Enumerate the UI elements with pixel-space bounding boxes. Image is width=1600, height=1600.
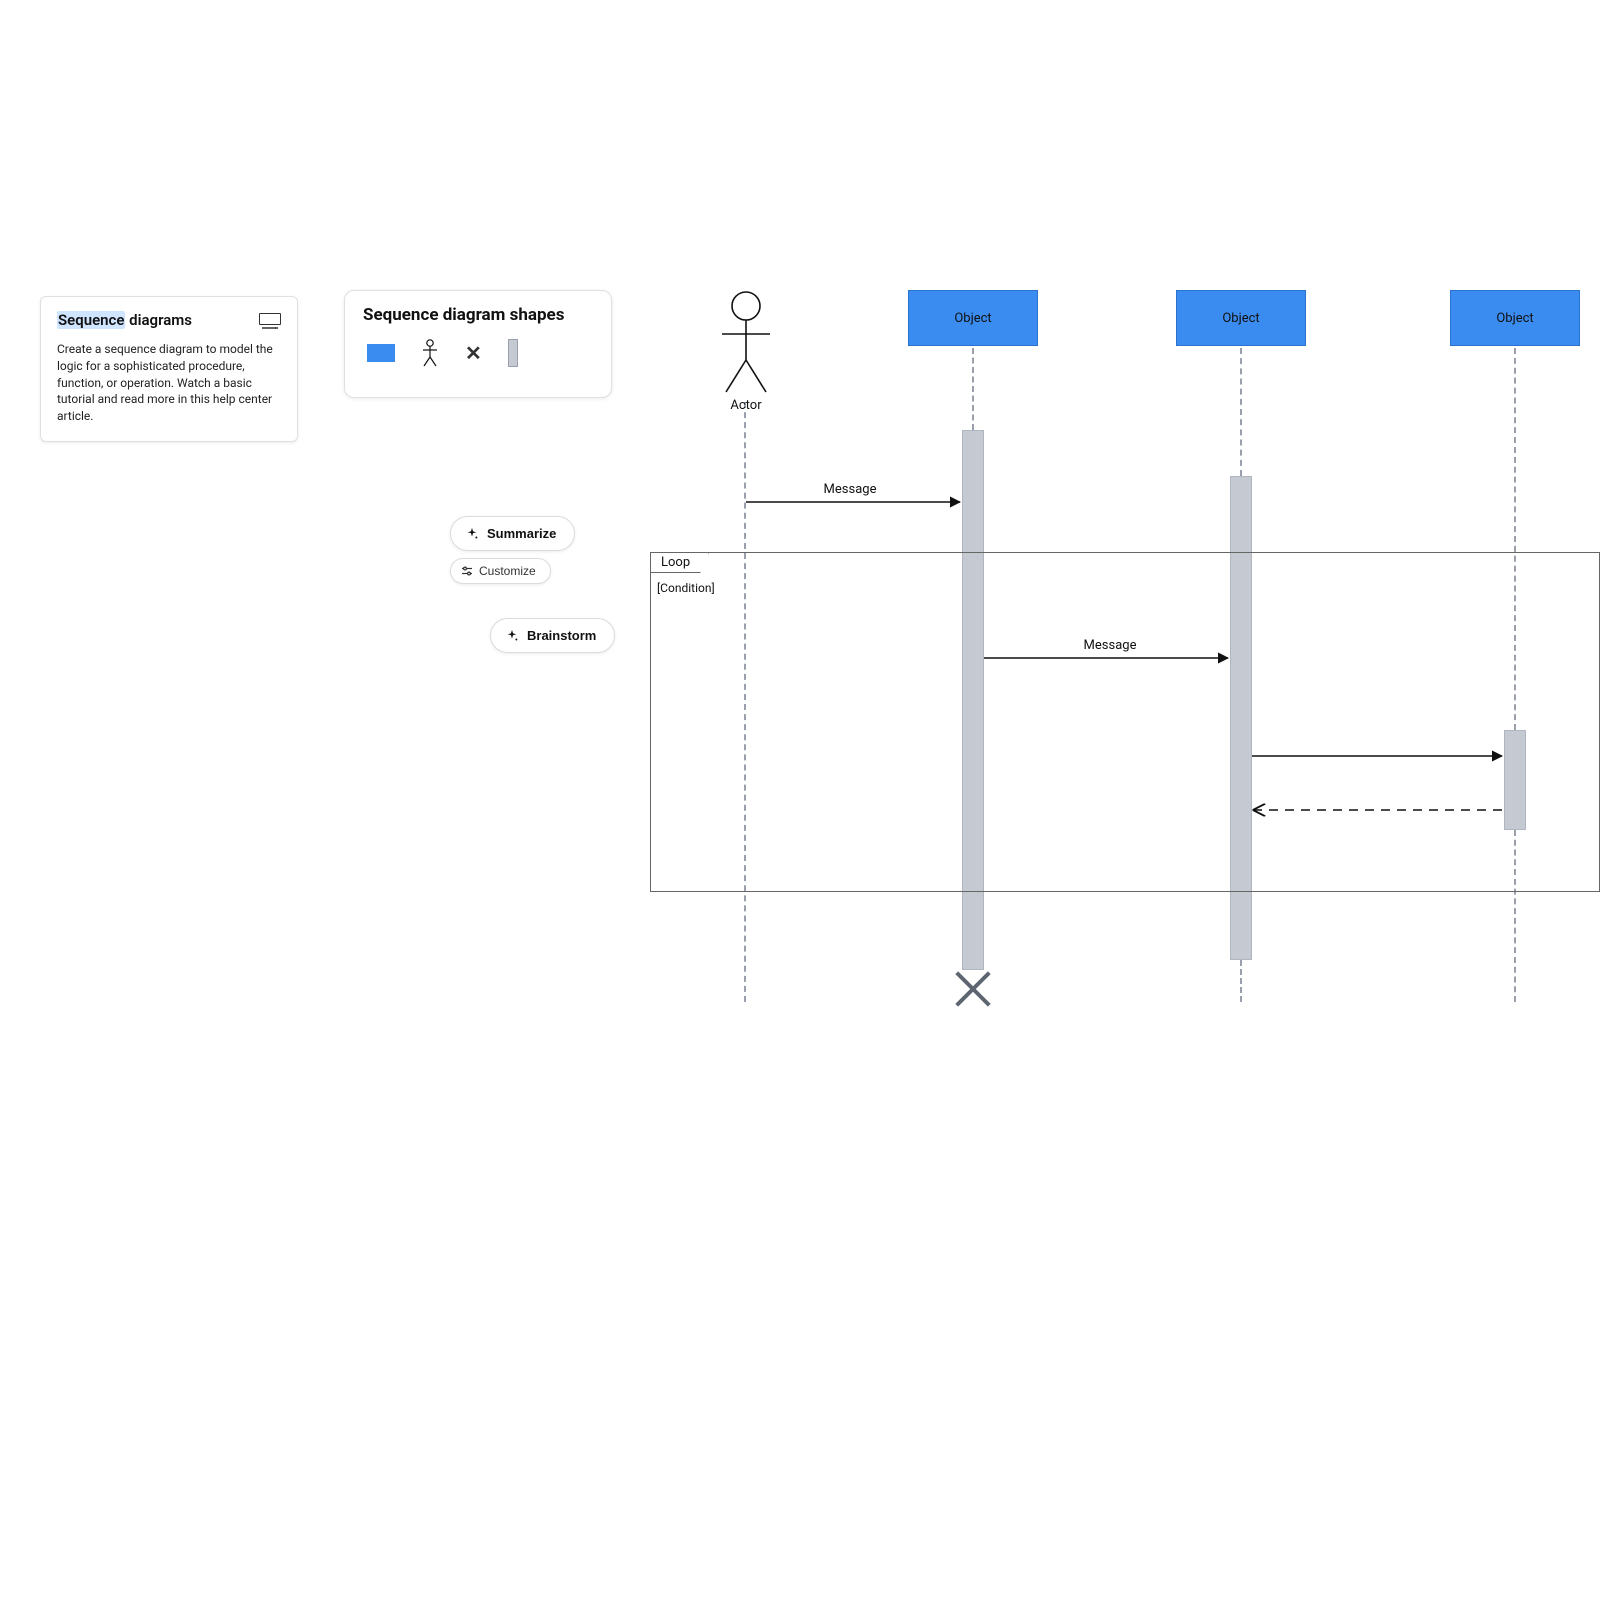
sparkle-icon (465, 527, 479, 541)
tutorial-icon[interactable] (259, 313, 281, 331)
sparkle-icon (505, 629, 519, 643)
summarize-button[interactable]: Summarize (450, 516, 575, 551)
loop-frame[interactable]: Loop [Condition] (650, 552, 1600, 892)
customize-button[interactable]: Customize (450, 558, 551, 584)
diagram-object-2[interactable]: Object (1176, 290, 1306, 346)
message-2-label: Message (1084, 638, 1137, 653)
shape-activation-icon[interactable] (508, 339, 518, 367)
sliders-icon (461, 565, 473, 577)
shape-actor-icon[interactable] (421, 339, 439, 367)
loop-frame-label: Loop (650, 552, 709, 573)
info-card: Sequence diagrams Create a sequence diag… (40, 296, 298, 442)
lifeline-object-2-top (1240, 348, 1242, 476)
shapes-palette-title: Sequence diagram shapes (363, 305, 593, 325)
diagram-object-1[interactable]: Object (908, 290, 1038, 346)
destroy-marker[interactable] (950, 966, 996, 1012)
shape-destroy-icon[interactable]: ✕ (465, 343, 482, 363)
message-1-label: Message (824, 482, 877, 497)
brainstorm-button[interactable]: Brainstorm (490, 618, 615, 653)
diagram-object-3[interactable]: Object (1450, 290, 1580, 346)
lifeline-object-2-bot (1240, 960, 1242, 1002)
diagram-actor-label: Actor (716, 398, 776, 413)
diagram-canvas[interactable]: Actor Object Object Object Loop [Conditi… (650, 290, 1600, 1050)
diagram-actor[interactable]: Actor (716, 290, 776, 413)
info-card-title: Sequence diagrams (57, 311, 192, 329)
shapes-palette: Sequence diagram shapes ✕ (344, 290, 612, 398)
lifeline-object-1 (972, 348, 974, 430)
loop-frame-condition: [Condition] (657, 581, 715, 595)
shape-object-icon[interactable] (367, 344, 395, 362)
info-card-body: Create a sequence diagram to model the l… (57, 341, 281, 425)
